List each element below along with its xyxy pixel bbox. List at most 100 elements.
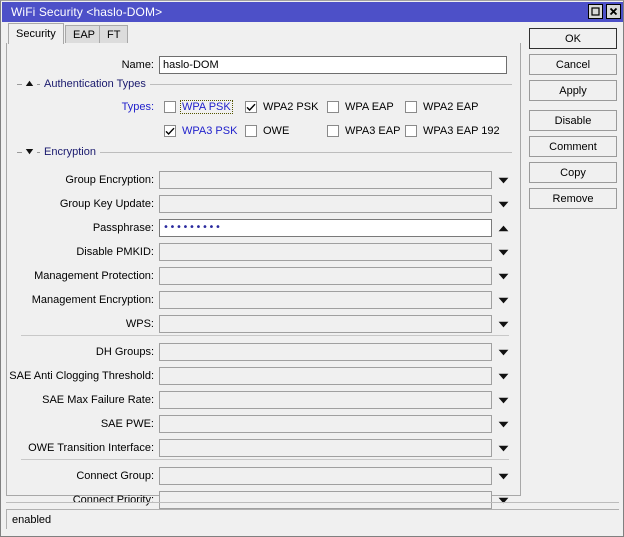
management-protection-input[interactable] — [159, 267, 492, 285]
window-controls — [588, 4, 621, 19]
chevron-down-icon[interactable] — [495, 267, 511, 285]
chevron-up-icon[interactable] — [25, 78, 34, 90]
close-button[interactable] — [606, 4, 621, 19]
passphrase-label: Passphrase: — [92, 222, 154, 234]
checkbox-wpa3-eap-192-label: WPA3 EAP 192 — [423, 125, 500, 137]
connect-group-input[interactable] — [159, 467, 492, 485]
checkbox-box[interactable] — [164, 101, 176, 113]
cancel-button[interactable]: Cancel — [529, 54, 617, 75]
field-row-dh-groups: DH Groups: — [7, 343, 512, 361]
checkbox-wpa2-psk[interactable]: WPA2 PSK — [245, 99, 319, 115]
owe-transition-interface-input[interactable] — [159, 439, 492, 457]
chevron-down-icon[interactable] — [495, 343, 511, 361]
checkbox-wpa2-psk-label: WPA2 PSK — [263, 101, 319, 113]
wps-input[interactable] — [159, 315, 492, 333]
tab-security-label: Security — [16, 28, 56, 40]
status-divider — [6, 502, 619, 503]
checkbox-owe[interactable]: OWE — [245, 123, 290, 139]
checkbox-box[interactable] — [405, 125, 417, 137]
sae-max-failure-rate-label: SAE Max Failure Rate: — [42, 394, 154, 406]
checkbox-wpa3-eap-192[interactable]: WPA3 EAP 192 — [405, 123, 501, 139]
remove-button[interactable]: Remove — [529, 188, 617, 209]
tab-eap-label: EAP — [73, 29, 96, 41]
management-encryption-input[interactable] — [159, 291, 492, 309]
group-encryption[interactable]: Encryption — [17, 146, 512, 158]
security-form-panel: Name: haslo-DOM Authentication Types Typ… — [6, 43, 521, 509]
tab-security[interactable]: Security — [8, 23, 64, 44]
checkbox-owe-label: OWE — [263, 125, 290, 137]
checkbox-wpa2-eap[interactable]: WPA2 EAP — [405, 99, 479, 115]
group-encryption-input[interactable] — [159, 171, 492, 189]
chevron-down-icon[interactable] — [495, 171, 511, 189]
checkbox-wpa3-psk[interactable]: WPA3 PSK — [164, 123, 238, 139]
disable-pmkid-input[interactable] — [159, 243, 492, 261]
chevron-down-icon[interactable] — [495, 391, 511, 409]
chevron-down-icon[interactable] — [495, 195, 511, 213]
maximize-button[interactable] — [588, 4, 603, 19]
chevron-up-icon[interactable] — [495, 219, 511, 237]
checkbox-box[interactable] — [245, 101, 257, 113]
apply-button[interactable]: Apply — [529, 80, 617, 101]
chevron-down-icon[interactable] — [25, 146, 34, 158]
group-authentication-types[interactable]: Authentication Types — [17, 78, 512, 90]
chevron-down-icon[interactable] — [495, 315, 511, 333]
checkbox-wpa-eap[interactable]: WPA EAP — [327, 99, 395, 115]
checkbox-box[interactable] — [405, 101, 417, 113]
chevron-down-icon[interactable] — [495, 291, 511, 309]
management-protection-label: Management Protection: — [34, 270, 154, 282]
chevron-down-icon[interactable] — [495, 243, 511, 261]
connect-priority-input[interactable] — [159, 491, 492, 509]
copy-button[interactable]: Copy — [529, 162, 617, 183]
checkbox-wpa2-eap-label: WPA2 EAP — [423, 101, 479, 113]
name-input[interactable]: haslo-DOM — [159, 56, 507, 74]
ok-button[interactable]: OK — [529, 28, 617, 49]
checkbox-wpa-eap-label: WPA EAP — [345, 101, 394, 113]
wps-label: WPS: — [125, 318, 154, 330]
checkbox-box[interactable] — [327, 125, 339, 137]
management-encryption-label: Management Encryption: — [31, 294, 154, 306]
auth-types-row-1: WPA PSK WPA2 PSK WPA EAP WPA2 EAP — [7, 99, 512, 115]
chevron-down-icon[interactable] — [495, 415, 511, 433]
field-row-group-key-update: Group Key Update: — [7, 195, 512, 213]
field-row-sae-anti-clogging-threshold: SAE Anti Clogging Threshold: — [7, 367, 512, 385]
group-dot — [37, 83, 40, 85]
field-row-disable-pmkid: Disable PMKID: — [7, 243, 512, 261]
owe-transition-interface-label: OWE Transition Interface: — [28, 442, 154, 454]
dialog-button-column: OK Cancel Apply Disable Comment Copy Rem… — [529, 28, 619, 214]
field-row-owe-transition-interface: OWE Transition Interface: — [7, 439, 512, 457]
dh-groups-label: DH Groups: — [95, 346, 154, 358]
checkbox-wpa-psk[interactable]: WPA PSK — [164, 99, 233, 115]
sae-anti-clogging-threshold-label: SAE Anti Clogging Threshold: — [9, 370, 154, 382]
chevron-down-icon[interactable] — [495, 367, 511, 385]
connect-priority-label: Connect Priority: — [72, 494, 154, 506]
field-row-group-encryption: Group Encryption: — [7, 171, 512, 189]
checkbox-box[interactable] — [327, 101, 339, 113]
title-bar[interactable]: WiFi Security <haslo-DOM> — [2, 2, 623, 22]
tab-eap[interactable]: EAP — [65, 25, 104, 44]
wifi-security-dialog: WiFi Security <haslo-DOM> Security EAP F… — [0, 0, 624, 537]
disable-button[interactable]: Disable — [529, 110, 617, 131]
checkbox-wpa3-eap[interactable]: WPA3 EAP — [327, 123, 401, 139]
group-encryption-label: Group Encryption: — [65, 174, 154, 186]
comment-button[interactable]: Comment — [529, 136, 617, 157]
name-label: Name: — [121, 59, 154, 71]
field-row-sae-pwe: SAE PWE: — [7, 415, 512, 433]
sae-pwe-input[interactable] — [159, 415, 492, 433]
sae-anti-clogging-threshold-input[interactable] — [159, 367, 492, 385]
connect-group-label: Connect Group: — [76, 470, 154, 482]
passphrase-input[interactable]: ••••••••• — [159, 219, 492, 237]
sae-max-failure-rate-input[interactable] — [159, 391, 492, 409]
chevron-down-icon[interactable] — [495, 467, 511, 485]
group-key-update-input[interactable] — [159, 195, 492, 213]
checkbox-box[interactable] — [164, 125, 176, 137]
checkbox-box[interactable] — [245, 125, 257, 137]
chevron-down-icon[interactable] — [495, 491, 511, 509]
group-dash — [17, 83, 22, 85]
group-rule — [149, 83, 512, 85]
field-row-sae-max-failure-rate: SAE Max Failure Rate: — [7, 391, 512, 409]
field-row-wps: WPS: — [7, 315, 512, 333]
tab-ft[interactable]: FT — [99, 25, 129, 44]
chevron-down-icon[interactable] — [495, 439, 511, 457]
checkbox-wpa3-psk-label: WPA3 PSK — [182, 125, 238, 137]
dh-groups-input[interactable] — [159, 343, 492, 361]
